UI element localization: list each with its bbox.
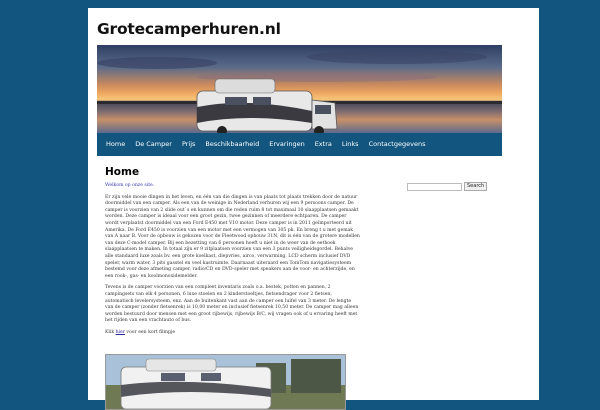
video-link[interactable]: hier xyxy=(116,330,125,335)
page-wrapper: Grotecamperhuren.nl Home De Camper Prijs… xyxy=(88,8,539,410)
search-input[interactable] xyxy=(407,182,462,191)
video-link-line: Klik hier voor een kort filmpje xyxy=(105,330,360,337)
inventory-paragraph: Tevens is de camper voorzien van een com… xyxy=(105,285,359,324)
site-title[interactable]: Grotecamperhuren.nl xyxy=(97,20,281,38)
search-button[interactable]: Search xyxy=(464,182,488,191)
nav-item-contactgegevens[interactable]: Contactgegevens xyxy=(364,133,431,156)
main-navigation: Home De Camper Prijs Beschikbaarheid Erv… xyxy=(97,133,502,156)
intro-paragraph: Er zijn vele mooie dingen in het leven, … xyxy=(105,194,360,279)
nav-item-de-camper[interactable]: De Camper xyxy=(130,133,177,156)
page-title: Home xyxy=(105,166,140,178)
nav-item-beschikbaarheid[interactable]: Beschikbaarheid xyxy=(200,133,264,156)
nav-item-extra[interactable]: Extra xyxy=(310,133,337,156)
header-banner-image xyxy=(97,45,502,134)
search-form: Search xyxy=(407,182,488,191)
video-link-prefix: Klik xyxy=(105,329,116,335)
nav-item-prijs[interactable]: Prijs xyxy=(177,133,200,156)
welcome-text: Welkom op onze site. xyxy=(105,183,155,188)
main-content: Home Welkom op onze site. Er zijn vele m… xyxy=(105,166,360,341)
video-link-suffix: voor een kort filmpje xyxy=(124,329,176,335)
nav-item-links[interactable]: Links xyxy=(337,133,364,156)
nav-item-ervaringen[interactable]: Ervaringen xyxy=(264,133,309,156)
camper-photo xyxy=(105,354,346,410)
nav-item-home[interactable]: Home xyxy=(97,133,130,156)
